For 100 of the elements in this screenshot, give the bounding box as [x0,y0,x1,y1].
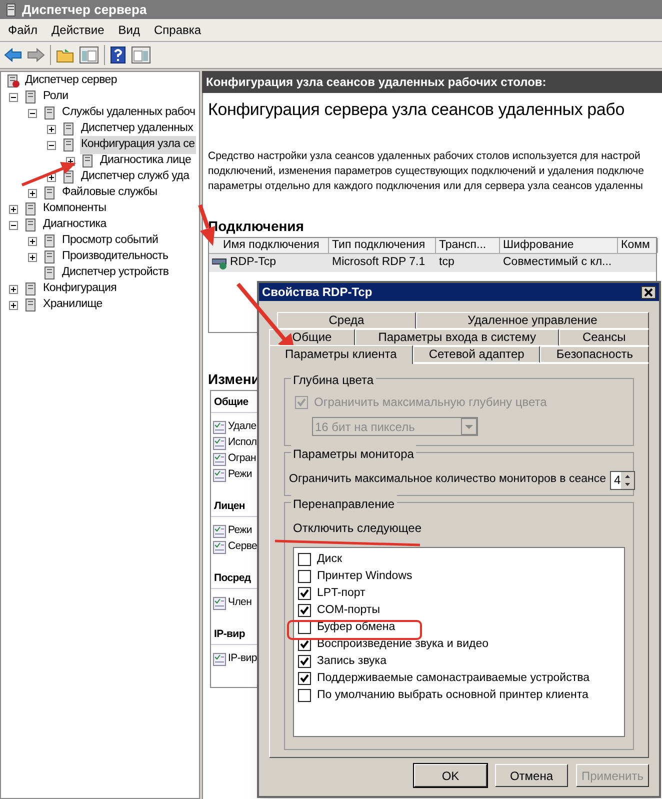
tab[interactable]: Удаленное управление [416,312,650,329]
column-header[interactable]: Трансп... [436,238,500,253]
tab[interactable]: Среда [277,312,416,329]
tree-item[interactable]: Диспетчер сервер [24,72,118,90]
tree-toggle-icon[interactable] [28,252,37,262]
group-label: Перенаправление [291,495,397,513]
tree-item[interactable]: Компоненты [42,200,108,218]
checkbox-label: По умолчанию выбрать основной принтер клиента [317,688,588,703]
description-text: параметры отдельно для каждого подключения или для сервера узла сеансов удаленны [208,179,644,194]
column-header[interactable]: Тип подключения [329,238,436,253]
link-text[interactable]: Режи [228,467,252,483]
tree-toggle-icon[interactable] [9,204,18,214]
server-icon [4,2,18,16]
link-text[interactable]: IP-вир [228,651,257,667]
panel-icon[interactable] [131,46,151,64]
link-text[interactable]: Режи [228,523,252,539]
tab[interactable]: Безопасность [540,346,649,363]
tree-toggle-icon[interactable] [28,236,37,246]
tab[interactable]: Параметры входа в систему [354,329,560,346]
table-row[interactable]: RDP-Tcp Microsoft RDP 7.1 tcp Совместимый с кл... [209,254,656,272]
table-cell-text: tcp [439,255,454,270]
tree-toggle-icon[interactable] [47,124,56,134]
tree-toggle-icon[interactable] [9,300,18,310]
checkbox-label: COM-порты [317,602,380,618]
checklist-icon [213,452,226,466]
checkbox-label: LPT-порт [317,586,366,601]
tree-toggle-icon[interactable] [9,284,18,294]
column-header[interactable]: Шифрование [500,238,618,253]
link-text[interactable]: Огран [228,451,256,467]
checkbox[interactable] [298,587,311,600]
menu-item[interactable]: Вид [118,21,140,39]
checkbox[interactable] [298,655,311,668]
description-text: Средство настройки узла сеансов удаленных рабочих столов используется для настрой [208,149,642,164]
checkbox[interactable] [298,689,311,702]
help-icon[interactable] [110,46,126,64]
menu-item[interactable]: Справка [154,21,202,39]
tree-toggle-icon[interactable] [47,140,56,150]
tree-item[interactable]: Диагностика [42,216,108,234]
checkbox[interactable] [298,570,311,583]
tree-toggle-icon[interactable] [28,108,37,118]
tree-item[interactable]: Конфигурация [42,280,118,298]
table-cell-text: RDP-Tcp [230,255,276,270]
page-title: Конфигурация сервера узла сеансов удаленных рабо [208,99,624,121]
tree-toggle-icon[interactable] [9,220,18,230]
annotation-arrow [21,162,76,186]
forward-arrow-icon[interactable] [27,47,45,63]
menu-item[interactable]: Действие [52,21,104,39]
checklist-icon [213,540,226,554]
checkbox-label: Воспроизведение звука и видео [317,636,489,652]
spin-arrows-icon[interactable] [620,472,634,488]
tab[interactable]: Параметры клиента [269,345,413,364]
checkbox[interactable] [298,672,311,685]
checklist-icon [213,468,226,482]
link-text[interactable]: Серве [228,539,258,555]
tree-item[interactable]: Файловые службы [61,184,158,202]
column-header[interactable]: Комм [618,238,658,253]
table-cell-text: Microsoft RDP 7.1 [332,255,426,270]
link-text[interactable]: Удале [228,419,256,435]
dialog-button[interactable]: Отмена [495,764,568,787]
tree-item[interactable]: Роли [42,88,70,106]
tree-toggle-icon[interactable] [28,188,37,198]
menu-item[interactable]: Файл [8,21,38,39]
tree-item[interactable]: Диагностика лице [99,152,192,170]
tab[interactable]: Сеансы [559,329,649,346]
tree-item[interactable]: Диспетчер служб уда [80,168,190,186]
section-heading: Подключения [208,217,304,236]
folder-icon[interactable] [56,47,74,63]
tab[interactable]: Сетевой адаптер [412,346,540,363]
tree-toggle-icon[interactable] [9,92,18,102]
tree-item[interactable]: Хранилище [42,296,104,314]
checkbox[interactable] [298,604,311,617]
tree-item[interactable]: Просмотр событий [61,232,160,250]
window-title: Диспетчер сервера [22,0,147,19]
server-icon [5,74,21,88]
checklist-icon [213,652,226,666]
tree-item[interactable]: Производительность [61,248,170,266]
tree-item[interactable]: Конфигурация узла се [80,136,196,154]
pane-header: Конфигурация узла сеансов удаленных рабочих столов: [202,71,662,93]
panel-icon[interactable] [79,46,99,64]
dialog-title: Свойства RDP-Tcp [262,284,372,301]
checkbox[interactable] [298,621,311,634]
checkbox-label: Диск [317,552,342,567]
link-text[interactable]: Испол [228,435,257,451]
field-label: Ограничить максимальное количество мониторов в сеансе [289,472,606,488]
checkbox-label: Буфер обмена [317,620,396,635]
checkbox-label: Поддерживаемые самонастраиваемые устройства [317,670,590,686]
back-arrow-icon[interactable] [4,47,22,63]
caption-text: Отключить следующее [293,520,422,537]
checklist-icon [213,596,226,610]
tree-item[interactable]: Диспетчер устройств [61,264,170,282]
dialog-button[interactable]: OK [414,764,487,787]
spin-field[interactable]: 4 [610,470,635,490]
checkbox-label: Запись звука [317,654,386,669]
checkbox-label: Принтер Windows [317,568,412,584]
checkbox[interactable] [298,553,311,566]
tree-item[interactable]: Службы удаленных рабоч [61,104,196,122]
tree-item[interactable]: Диспетчер удаленных [80,120,194,138]
description-text: подключений, изменения параметров существующих подключений и удаления подключе [208,164,645,179]
link-text[interactable]: Член [228,595,252,611]
close-icon[interactable] [641,286,656,298]
